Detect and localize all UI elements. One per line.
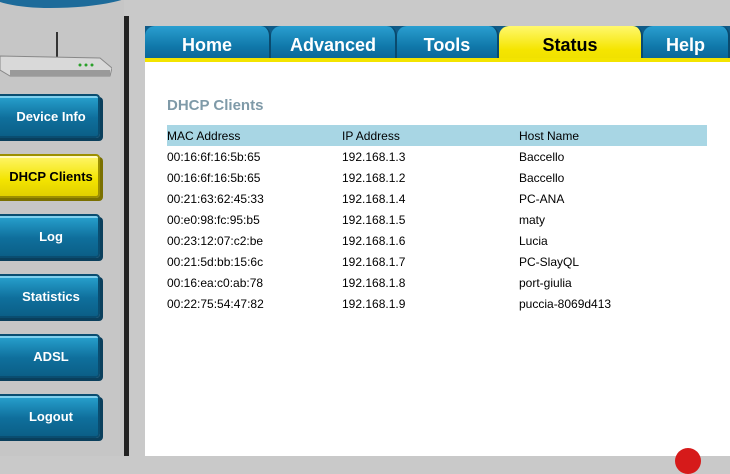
- host-cell: Baccello: [519, 149, 565, 164]
- host-cell: puccia-8069d413: [519, 296, 612, 311]
- sidebar-item-dhcp-clients[interactable]: DHCP Clients: [0, 154, 100, 198]
- table-row: 00:22:75:54:47:82 192.168.1.9 puccia-806…: [167, 293, 707, 314]
- ip-cell: 192.168.1.5: [342, 212, 406, 227]
- ip-cell: 192.168.1.3: [342, 149, 406, 164]
- host-cell: PC-ANA: [519, 191, 565, 206]
- ip-cell: 192.168.1.8: [342, 275, 406, 290]
- header-arc: [0, 0, 124, 8]
- ip-cell: 192.168.1.2: [342, 170, 406, 185]
- mac-cell: 00:22:75:54:47:82: [167, 296, 264, 311]
- table-row: 00:16:6f:16:5b:65 192.168.1.3 Baccello: [167, 146, 707, 167]
- sidebar-item-log[interactable]: Log: [0, 214, 100, 258]
- sidebar: Device Info DHCP Clients Log Statistics …: [0, 0, 124, 456]
- ip-cell: 192.168.1.6: [342, 233, 406, 248]
- dhcp-clients-table: MAC Address IP Address Host Name 00:16:6…: [167, 125, 707, 314]
- table-row: 00:21:63:62:45:33 192.168.1.4 PC-ANA: [167, 188, 707, 209]
- column-header-ip: IP Address: [342, 125, 519, 146]
- red-circle-icon: [675, 448, 701, 474]
- mac-cell: 00:16:6f:16:5b:65: [167, 149, 261, 164]
- table-row: 00:23:12:07:c2:be 192.168.1.6 Lucia: [167, 230, 707, 251]
- mac-cell: 00:e0:98:fc:95:b5: [167, 212, 260, 227]
- table-header-row: MAC Address IP Address Host Name: [167, 125, 707, 146]
- sidebar-item-logout[interactable]: Logout: [0, 394, 100, 438]
- table-row: 00:21:5d:bb:15:6c 192.168.1.7 PC-SlayQL: [167, 251, 707, 272]
- table-row: 00:16:6f:16:5b:65 192.168.1.2 Baccello: [167, 167, 707, 188]
- mac-cell: 00:21:63:62:45:33: [167, 191, 264, 206]
- main-content: DHCP Clients MAC Address IP Address Host…: [145, 62, 730, 456]
- table-row: 00:16:ea:c0:ab:78 192.168.1.8 port-giuli…: [167, 272, 707, 293]
- gutter: [129, 0, 145, 456]
- table-row: 00:e0:98:fc:95:b5 192.168.1.5 maty: [167, 209, 707, 230]
- sidebar-item-adsl[interactable]: ADSL: [0, 334, 100, 378]
- sidebar-item-device-info[interactable]: Device Info: [0, 94, 100, 138]
- tab-status[interactable]: Status: [499, 26, 643, 60]
- tab-home[interactable]: Home: [145, 26, 271, 60]
- mac-cell: 00:21:5d:bb:15:6c: [167, 254, 264, 269]
- ip-cell: 192.168.1.9: [342, 296, 406, 311]
- tab-tools[interactable]: Tools: [397, 26, 499, 60]
- mac-cell: 00:16:6f:16:5b:65: [167, 170, 261, 185]
- tab-help[interactable]: Help: [643, 26, 730, 60]
- ip-cell: 192.168.1.4: [342, 191, 406, 206]
- tab-advanced[interactable]: Advanced: [271, 26, 397, 60]
- page-title: DHCP Clients: [167, 97, 264, 114]
- host-cell: Baccello: [519, 170, 565, 185]
- host-cell: port-giulia: [519, 275, 572, 290]
- column-header-mac: MAC Address: [167, 125, 342, 146]
- host-cell: PC-SlayQL: [519, 254, 580, 269]
- column-header-host: Host Name: [519, 125, 707, 146]
- host-cell: maty: [519, 212, 546, 227]
- mac-cell: 00:23:12:07:c2:be: [167, 233, 264, 248]
- tab-bar: Home Advanced Tools Status Help: [145, 26, 730, 60]
- ip-cell: 192.168.1.7: [342, 254, 406, 269]
- sidebar-item-statistics[interactable]: Statistics: [0, 274, 100, 318]
- router-image: [0, 32, 112, 77]
- mac-cell: 00:16:ea:c0:ab:78: [167, 275, 264, 290]
- host-cell: Lucia: [519, 233, 548, 248]
